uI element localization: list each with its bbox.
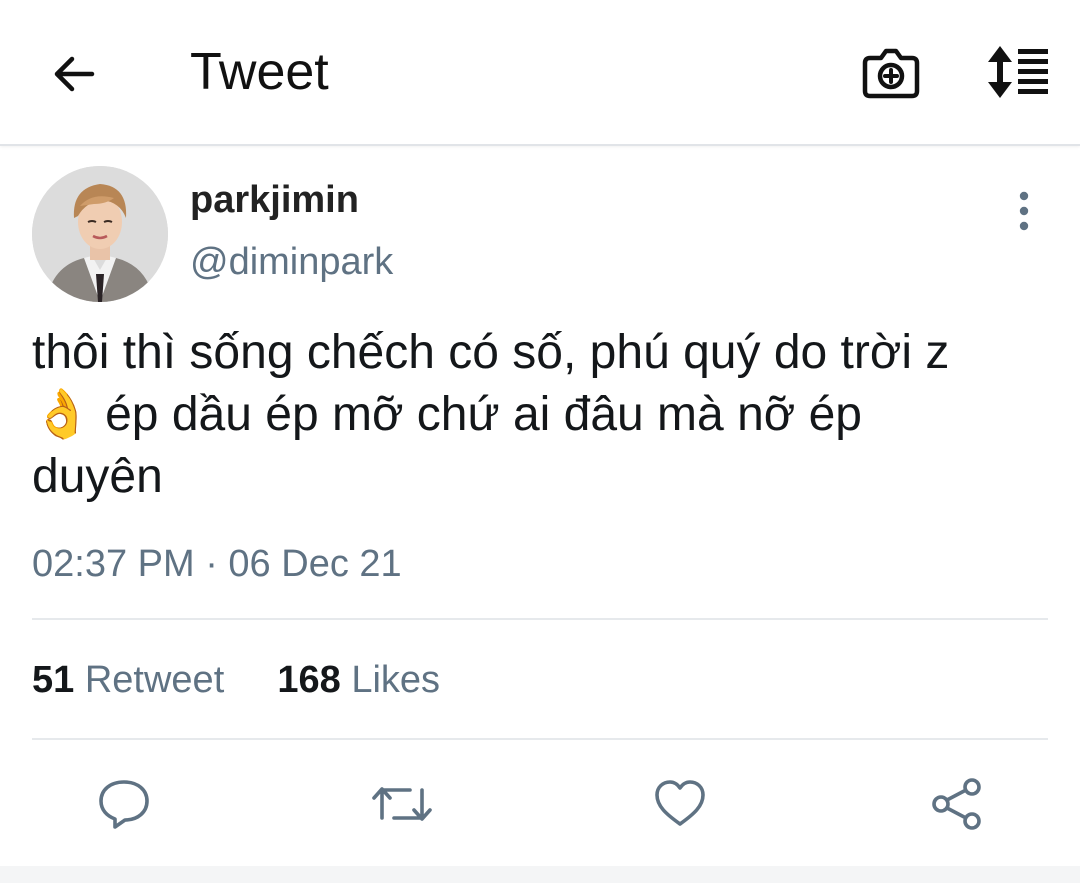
retweet-label: Retweet	[84, 659, 225, 701]
camera-button[interactable]	[860, 42, 922, 102]
divider	[32, 738, 1048, 740]
sort-list-icon	[988, 46, 1048, 98]
likes-label: Likes	[351, 659, 441, 701]
heart-icon	[655, 780, 705, 826]
likes-count: 168	[277, 659, 341, 701]
more-options-button[interactable]	[1004, 188, 1044, 234]
tweet-text: thôi thì sống chếch có số, phú quý do tr…	[32, 326, 950, 503]
more-vertical-icon	[1019, 191, 1029, 231]
camera-plus-icon	[862, 48, 920, 99]
top-app-bar: Tweet	[0, 0, 1080, 146]
user-handle[interactable]: @diminpark	[190, 238, 393, 286]
retweet-icon	[372, 787, 432, 821]
tweet-stats: 51 Retweet 168 Likes	[32, 656, 440, 704]
like-button[interactable]	[652, 776, 708, 832]
tweet-action-bar	[0, 768, 1080, 838]
arrow-left-icon	[54, 56, 95, 92]
avatar[interactable]	[32, 166, 168, 302]
retweet-count: 51	[32, 659, 75, 701]
page-title: Tweet	[190, 43, 329, 101]
share-icon	[932, 778, 981, 830]
retweets-stat[interactable]: 51 Retweet	[32, 659, 235, 701]
display-name[interactable]: parkjimin	[190, 176, 359, 224]
profile-photo	[32, 166, 168, 302]
tweet-timestamp: 02:37 PM · 06 Dec 21	[32, 543, 402, 585]
reply-icon	[99, 780, 149, 829]
bottom-edge	[0, 866, 1080, 883]
sort-button[interactable]	[982, 42, 1052, 102]
likes-stat[interactable]: 168 Likes	[277, 659, 440, 701]
retweet-button[interactable]	[370, 776, 434, 832]
back-button[interactable]	[44, 44, 104, 104]
tweet-screen: Tweet parkjimin @diminpark thôi thì sống…	[0, 0, 1080, 883]
share-button[interactable]	[930, 776, 986, 832]
divider	[32, 618, 1048, 620]
reply-button[interactable]	[96, 776, 152, 832]
